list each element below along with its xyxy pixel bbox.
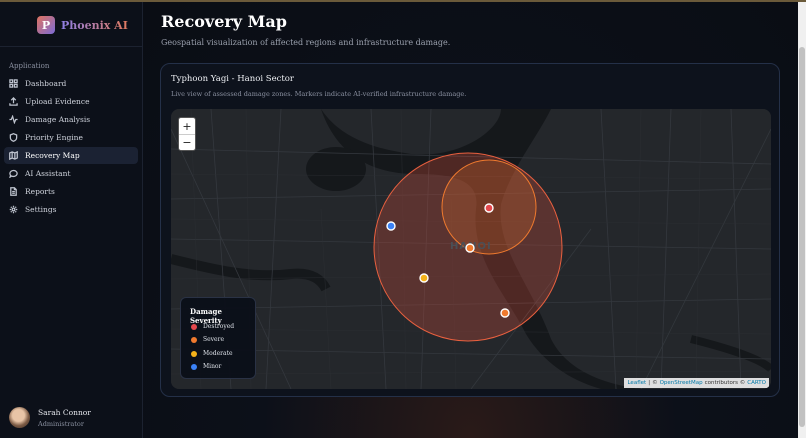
sidebar-item-label: AI Assistant: [25, 169, 71, 178]
legend-label: Moderate: [203, 350, 233, 357]
card-title: Typhoon Yagi - Hanoi Sector: [171, 74, 294, 84]
sidebar-item-reports[interactable]: Reports: [4, 183, 138, 200]
brand-name: Phoenix AI: [61, 18, 128, 32]
attribution-separator: |: [648, 380, 651, 386]
sidebar-item-label: Priority Engine: [25, 133, 83, 142]
sidebar-item-priority-engine[interactable]: Priority Engine: [4, 129, 138, 146]
activity-icon: [9, 115, 18, 124]
shield-icon: [9, 133, 18, 142]
sidebar-item-upload-evidence[interactable]: Upload Evidence: [4, 93, 138, 110]
sidebar-item-ai-assistant[interactable]: AI Assistant: [4, 165, 138, 182]
avatar: [9, 407, 30, 428]
gear-icon: [9, 205, 18, 214]
card-description: Live view of assessed damage zones. Mark…: [171, 90, 467, 98]
sidebar-item-damage-analysis[interactable]: Damage Analysis: [4, 111, 138, 128]
chat-icon: [9, 169, 18, 178]
marker-severe[interactable]: [465, 243, 475, 253]
page-title: Recovery Map: [161, 12, 287, 31]
legend-item-destroyed: Destroyed: [191, 323, 234, 330]
map-card: Typhoon Yagi - Hanoi Sector Live view of…: [160, 63, 780, 397]
main-content: Recovery Map Geospatial visualization of…: [143, 2, 798, 438]
zoom-in-button[interactable]: +: [179, 118, 195, 134]
upload-icon: [9, 97, 18, 106]
sidebar-item-label: Reports: [25, 187, 55, 196]
sidebar: P Phoenix AI Application Dashboard Uploa…: [0, 2, 143, 438]
scrollbar-thumb[interactable]: [799, 47, 805, 427]
carto-link[interactable]: CARTO: [747, 380, 766, 386]
sidebar-section-label: Application: [9, 62, 50, 70]
leaflet-link[interactable]: Leaflet: [627, 380, 646, 386]
brand-logo: P: [37, 16, 55, 34]
osm-link[interactable]: OpenStreetMap: [660, 380, 703, 386]
sidebar-item-settings[interactable]: Settings: [4, 201, 138, 218]
marker-minor[interactable]: [386, 221, 396, 231]
sidebar-item-dashboard[interactable]: Dashboard: [4, 75, 138, 92]
map-icon: [9, 151, 18, 160]
page-subtitle: Geospatial visualization of affected reg…: [161, 38, 451, 47]
file-icon: [9, 187, 18, 196]
sidebar-item-recovery-map[interactable]: Recovery Map: [4, 147, 138, 164]
legend-label: Minor: [203, 363, 222, 370]
legend-label: Severe: [203, 336, 225, 343]
sidebar-item-label: Dashboard: [25, 79, 67, 88]
zoom-out-button[interactable]: −: [179, 134, 195, 150]
marker-destroyed[interactable]: [484, 203, 494, 213]
marker-moderate[interactable]: [419, 273, 429, 283]
damage-legend: Damage Severity Destroyed Severe Moderat…: [180, 297, 256, 379]
legend-dot: [191, 336, 197, 343]
user-role: Administrator: [38, 419, 84, 428]
legend-dot: [191, 350, 197, 357]
sidebar-item-label: Damage Analysis: [25, 115, 91, 124]
map-markers: [386, 203, 510, 318]
legend-dot: [191, 363, 197, 370]
recovery-map[interactable]: HANOI + − Damage Severity Destroyed: [171, 109, 771, 389]
legend-item-moderate: Moderate: [191, 350, 233, 357]
attribution-copyright: ©: [652, 380, 658, 386]
user-name: Sarah Connor: [38, 407, 91, 417]
sidebar-nav: Dashboard Upload Evidence Damage Analysi…: [4, 75, 138, 219]
sidebar-item-label: Settings: [25, 205, 57, 214]
brand[interactable]: P Phoenix AI: [37, 16, 128, 34]
sidebar-item-label: Recovery Map: [25, 151, 80, 160]
user-profile[interactable]: Sarah Connor Administrator: [9, 407, 91, 428]
sidebar-item-label: Upload Evidence: [25, 97, 90, 106]
map-attribution: Leaflet | © OpenStreetMap contributors ©…: [624, 378, 769, 388]
attribution-contributors: contributors ©: [704, 380, 746, 386]
marker-severe[interactable]: [500, 308, 510, 318]
sidebar-divider: [0, 46, 142, 47]
legend-item-severe: Severe: [191, 336, 224, 343]
zoom-control: + −: [178, 117, 196, 151]
legend-label: Destroyed: [203, 323, 235, 330]
legend-dot: [191, 323, 197, 330]
grid-icon: [9, 79, 18, 88]
legend-item-minor: Minor: [191, 363, 221, 370]
page-scrollbar[interactable]: [798, 2, 806, 438]
